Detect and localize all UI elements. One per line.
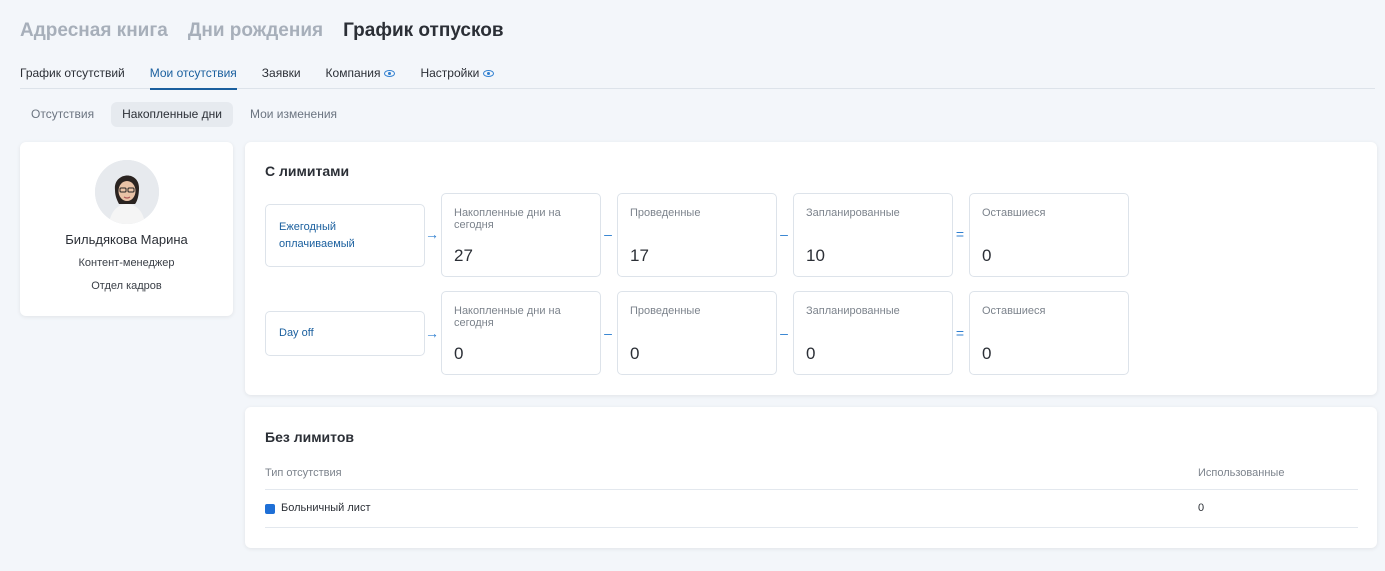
accrued-label: Накопленные дни на сегодня [454, 305, 561, 329]
eye-icon [384, 70, 396, 77]
spent-box: Проведенные 0 [617, 291, 777, 375]
view-switcher: Отсутствия Накопленные дни Мои изменения [20, 102, 348, 127]
absence-type-day-off[interactable]: Day off [265, 311, 425, 356]
equals-icon: = [955, 325, 965, 341]
tab-my-absences[interactable]: Мои отсутствия [149, 64, 237, 90]
with-limits-title: С лимитами [265, 163, 350, 179]
remaining-value: 0 [982, 344, 992, 363]
planned-label: Запланированные [806, 305, 900, 317]
accrued-value: 0 [454, 344, 464, 363]
remaining-box: Оставшиеся 0 [969, 291, 1129, 375]
tab-birthdays[interactable]: Дни рождения [188, 20, 323, 42]
column-header-type: Тип отсутствия [265, 467, 342, 479]
sub-tabs: График отсутствий Мои отсутствия Заявки … [20, 64, 1375, 90]
employee-role: Контент-менеджер [78, 257, 175, 269]
spent-value: 17 [630, 246, 649, 265]
remaining-box: Оставшиеся 0 [969, 193, 1129, 277]
tab-vacation-schedule[interactable]: График отпусков [343, 20, 503, 42]
minus-icon: – [604, 226, 612, 242]
tab-requests[interactable]: Заявки [262, 64, 301, 89]
accrued-value: 27 [454, 246, 473, 265]
tab-company-label: Компания [325, 66, 381, 80]
absence-type-annual[interactable]: Ежегодный оплачиваемый [265, 204, 425, 267]
planned-value: 0 [806, 344, 816, 363]
tab-settings-label: Настройки [420, 66, 480, 80]
avatar [94, 160, 159, 224]
remaining-label: Оставшиеся [982, 207, 1046, 219]
top-tabs: Адресная книга Дни рождения График отпус… [20, 20, 504, 42]
pill-my-changes[interactable]: Мои изменения [239, 102, 348, 127]
spent-value: 0 [630, 344, 640, 363]
employee-department: Отдел кадров [91, 280, 162, 292]
accrued-label: Накопленные дни на сегодня [454, 207, 561, 231]
divider [265, 489, 1358, 490]
without-limits-card: Без лимитов Тип отсутствия Использованны… [245, 407, 1377, 548]
divider [265, 527, 1358, 528]
profile-card: Бильдякова Марина Контент-менеджер Отдел… [20, 142, 233, 316]
accrued-box: Накопленные дни на сегодня 0 [441, 291, 601, 375]
planned-label: Запланированные [806, 207, 900, 219]
remaining-label: Оставшиеся [982, 305, 1046, 317]
row-type: Больничный лист [281, 502, 371, 514]
with-limits-card: С лимитами Ежегодный оплачиваемый → Нако… [245, 142, 1377, 395]
planned-box: Запланированные 10 [793, 193, 953, 277]
tab-absence-schedule[interactable]: График отсутствий [20, 64, 125, 89]
minus-icon: – [604, 325, 612, 341]
minus-icon: – [780, 325, 788, 341]
spent-label: Проведенные [630, 207, 701, 219]
tab-settings[interactable]: Настройки [420, 64, 495, 89]
planned-value: 10 [806, 246, 825, 265]
column-header-used: Использованные [1198, 467, 1285, 479]
arrow-right-icon: → [425, 325, 439, 341]
arrow-right-icon: → [425, 226, 439, 242]
spent-box: Проведенные 17 [617, 193, 777, 277]
pill-absences[interactable]: Отсутствия [20, 102, 105, 127]
spent-label: Проведенные [630, 305, 701, 317]
color-marker-icon [265, 504, 275, 514]
tab-company[interactable]: Компания [326, 64, 396, 89]
row-used: 0 [1198, 502, 1205, 514]
planned-box: Запланированные 0 [793, 291, 953, 375]
employee-name: Бильдякова Марина [65, 232, 188, 247]
pill-accrued-days[interactable]: Накопленные дни [111, 102, 233, 127]
minus-icon: – [780, 226, 788, 242]
without-limits-title: Без лимитов [265, 429, 354, 445]
eye-icon [483, 70, 495, 77]
remaining-value: 0 [982, 246, 992, 265]
tab-address-book[interactable]: Адресная книга [20, 20, 168, 42]
accrued-box: Накопленные дни на сегодня 27 [441, 193, 601, 277]
equals-icon: = [955, 226, 965, 242]
